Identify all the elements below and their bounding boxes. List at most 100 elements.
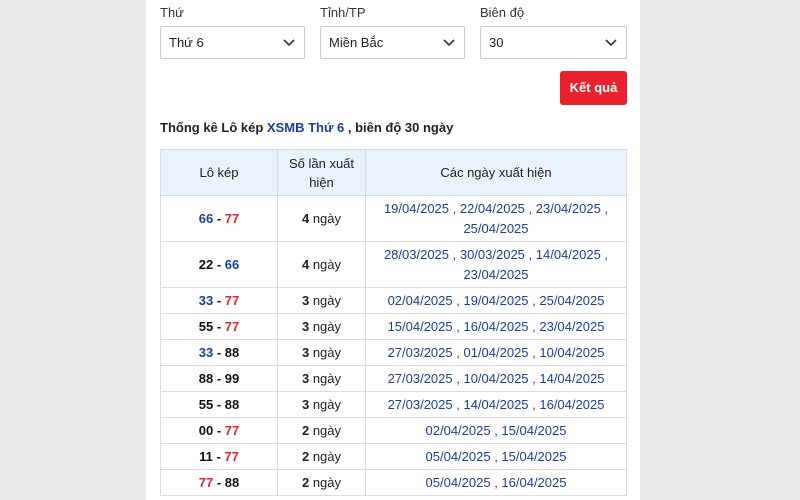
day-select[interactable]: Thứ 6 [160, 26, 305, 59]
count-unit: ngày [312, 211, 342, 226]
count-value: 2 [301, 475, 310, 490]
dates-cell: 15/04/2025 , 16/04/2025 , 23/04/2025 [365, 313, 627, 340]
count-cell: 4 ngày [277, 241, 366, 288]
pair-cell: 55 - 88 [160, 391, 278, 418]
result-button[interactable]: Kết quả [560, 71, 627, 105]
title-prefix: Thống kê Lô kép [160, 120, 264, 135]
table-row: 11 - 77 2 ngày 05/04/2025 , 15/04/2025 [160, 443, 627, 470]
pair-cell: 11 - 77 [160, 443, 278, 470]
col-header-pair: Lô kép [160, 149, 278, 196]
title-suffix: , biên độ 30 ngày [347, 120, 454, 135]
pair-first-number: 33 [198, 345, 214, 360]
pair-second-number: 66 [224, 257, 240, 272]
pair-cell: 22 - 66 [160, 241, 278, 288]
count-value: 3 [301, 293, 310, 308]
count-value: 3 [301, 345, 310, 360]
pair-second-number: 88 [224, 475, 240, 490]
title-link[interactable]: XSMB Thứ 6 [267, 120, 344, 135]
pair-second-number: 88 [224, 345, 240, 360]
count-value: 4 [301, 211, 310, 226]
pair-cell: 77 - 88 [160, 469, 278, 496]
pair-second-number: 88 [224, 397, 240, 412]
count-value: 2 [301, 423, 310, 438]
count-value: 3 [301, 371, 310, 386]
table-row: 33 - 77 3 ngày 02/04/2025 , 19/04/2025 , 2… [160, 287, 627, 314]
table-header-row: Lô kép Số lần xuất hiện Các ngày xuất hi… [160, 149, 627, 196]
page-title: Thống kê Lô kép XSMB Thứ 6 , biên độ 30 … [160, 120, 453, 135]
col-header-dates: Các ngày xuất hiện [365, 149, 627, 196]
filter-bar: Thứ Thứ 6 Tỉnh/TP Miền Bắc Biên độ 30 [160, 6, 627, 60]
count-cell: 3 ngày [277, 339, 366, 366]
count-unit: ngày [312, 475, 342, 490]
table-row: 66 - 77 4 ngày 19/04/2025 , 22/04/2025 , 2… [160, 195, 627, 242]
pair-first-number: 22 [198, 257, 214, 272]
pair-first-number: 33 [198, 293, 214, 308]
dates-cell: 02/04/2025 , 19/04/2025 , 25/04/2025 [365, 287, 627, 314]
count-cell: 3 ngày [277, 313, 366, 340]
count-unit: ngày [312, 423, 342, 438]
table-row: 55 - 88 3 ngày 27/03/2025 , 14/04/2025 , 1… [160, 391, 627, 418]
pair-second-number: 99 [224, 371, 240, 386]
province-filter-label: Tỉnh/TP [320, 5, 366, 20]
pair-first-number: 55 [198, 319, 214, 334]
table-row: 00 - 77 2 ngày 02/04/2025 , 15/04/2025 [160, 417, 627, 444]
range-select[interactable]: 30 [480, 26, 627, 59]
range-select-value: 30 [489, 35, 504, 50]
pair-cell: 33 - 77 [160, 287, 278, 314]
pair-first-number: 66 [198, 211, 214, 226]
dates-cell: 02/04/2025 , 15/04/2025 [365, 417, 627, 444]
chevron-down-icon [443, 39, 455, 47]
range-filter: Biên độ 30 [480, 6, 627, 59]
count-unit: ngày [312, 449, 342, 464]
count-unit: ngày [312, 319, 342, 334]
count-unit: ngày [312, 371, 342, 386]
pair-first-number: 77 [198, 475, 214, 490]
count-cell: 3 ngày [277, 391, 366, 418]
chevron-down-icon [605, 39, 617, 47]
pair-first-number: 00 [198, 423, 214, 438]
stats-table: Lô kép Số lần xuất hiện Các ngày xuất hi… [160, 149, 627, 496]
count-cell: 2 ngày [277, 417, 366, 444]
dates-cell: 28/03/2025 , 30/03/2025 , 14/04/2025 , 2… [365, 241, 627, 288]
pair-second-number: 77 [224, 449, 239, 464]
count-unit: ngày [312, 293, 342, 308]
pair-first-number: 11 [199, 449, 213, 464]
pair-second-number: 77 [224, 319, 240, 334]
dates-cell: 27/03/2025 , 01/04/2025 , 10/04/2025 [365, 339, 627, 366]
province-select[interactable]: Miền Bắc [320, 26, 465, 59]
col-header-count: Số lần xuất hiện [277, 149, 366, 196]
chevron-down-icon [283, 39, 295, 47]
pair-cell: 00 - 77 [160, 417, 278, 444]
pair-cell: 33 - 88 [160, 339, 278, 366]
pair-cell: 88 - 99 [160, 365, 278, 392]
day-filter: Thứ Thứ 6 [160, 6, 305, 59]
pair-cell: 55 - 77 [160, 313, 278, 340]
count-value: 4 [301, 257, 310, 272]
pair-second-number: 77 [224, 423, 240, 438]
count-cell: 4 ngày [277, 195, 366, 242]
count-value: 3 [301, 397, 310, 412]
pair-second-number: 77 [224, 211, 240, 226]
count-cell: 3 ngày [277, 365, 366, 392]
province-filter: Tỉnh/TP Miền Bắc [320, 6, 465, 59]
day-filter-label: Thứ [160, 5, 184, 20]
pair-cell: 66 - 77 [160, 195, 278, 242]
range-filter-label: Biên độ [480, 5, 525, 20]
pair-second-number: 77 [224, 293, 240, 308]
count-cell: 2 ngày [277, 443, 366, 470]
stats-panel: Thứ Thứ 6 Tỉnh/TP Miền Bắc Biên độ 30 Kế… [146, 0, 640, 500]
dates-cell: 27/03/2025 , 14/04/2025 , 16/04/2025 [365, 391, 627, 418]
table-row: 55 - 77 3 ngày 15/04/2025 , 16/04/2025 , 2… [160, 313, 627, 340]
table-row: 77 - 88 2 ngày 05/04/2025 , 16/04/2025 [160, 469, 627, 496]
dates-cell: 19/04/2025 , 22/04/2025 , 23/04/2025 , 2… [365, 195, 627, 242]
count-value: 2 [301, 449, 310, 464]
dates-cell: 27/03/2025 , 10/04/2025 , 14/04/2025 [365, 365, 627, 392]
dates-cell: 05/04/2025 , 15/04/2025 [365, 443, 627, 470]
table-row: 33 - 88 3 ngày 27/03/2025 , 01/04/2025 , 1… [160, 339, 627, 366]
day-select-value: Thứ 6 [169, 35, 204, 50]
province-select-value: Miền Bắc [329, 35, 384, 50]
table-row: 88 - 99 3 ngày 27/03/2025 , 10/04/2025 , 1… [160, 365, 627, 392]
dates-cell: 05/04/2025 , 16/04/2025 [365, 469, 627, 496]
pair-first-number: 88 [198, 371, 214, 386]
count-unit: ngày [312, 345, 342, 360]
